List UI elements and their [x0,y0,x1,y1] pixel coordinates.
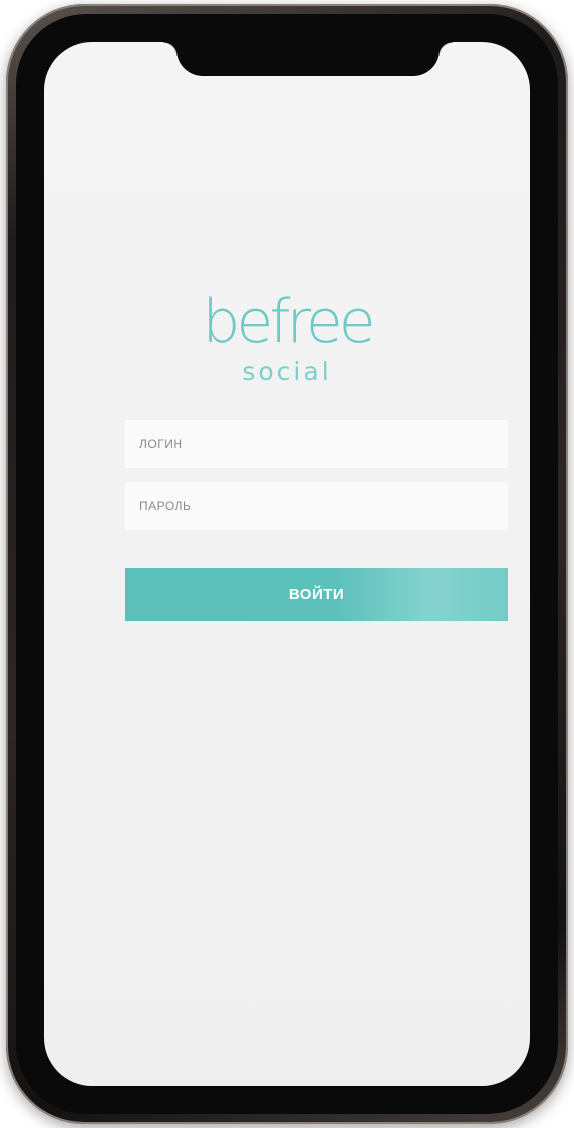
phone-frame: befree social ВОЙТИ [6,4,568,1124]
login-input[interactable] [125,420,508,468]
login-button[interactable]: ВОЙТИ [125,568,508,621]
app-screen: befree social ВОЙТИ [44,42,530,1086]
app-logo: befree social [44,287,530,387]
logo-wordmark: befree [202,287,375,357]
phone-notch [163,42,453,76]
logo-subtitle: social [242,357,332,386]
password-input[interactable] [125,482,508,530]
